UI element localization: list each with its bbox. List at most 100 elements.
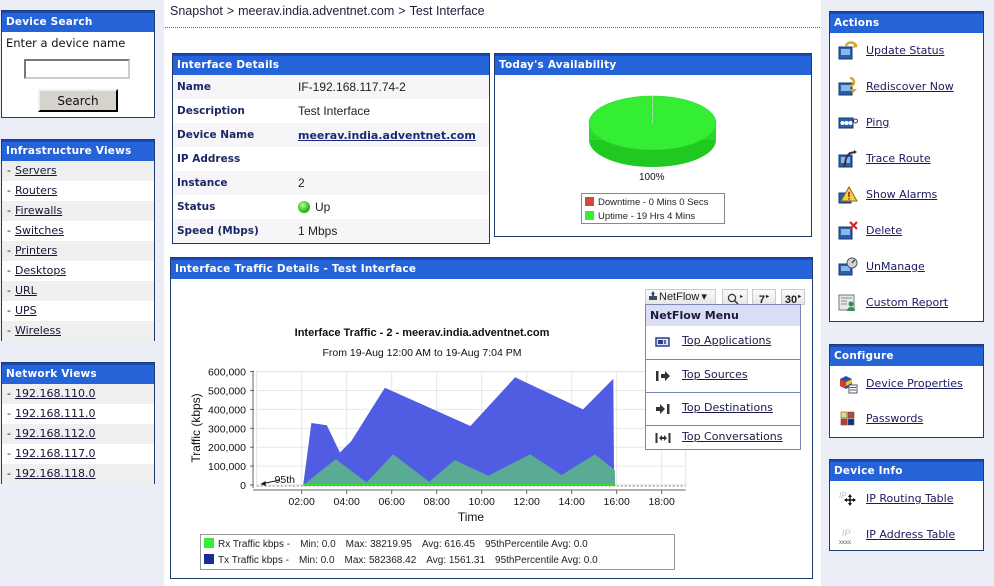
ip-routing-table-link[interactable]: IP Routing Table (866, 492, 954, 505)
infra-item-firewalls[interactable]: - Firewalls (2, 201, 154, 221)
seven-day-button[interactable]: 7▸ (752, 289, 776, 306)
infra-link-servers[interactable]: Servers (15, 164, 57, 177)
update-status-link[interactable]: Update Status (866, 44, 944, 57)
delete-link[interactable]: Delete (866, 224, 902, 237)
netflow-button[interactable]: NetFlow ▾ (645, 289, 716, 305)
ip-address-table-link[interactable]: IP Address Table (866, 528, 955, 541)
rx-swatch (204, 538, 214, 548)
legend-downtime: Downtime - 0 Mins 0 Secs (585, 196, 708, 209)
x-tick-label: 08:00 (424, 496, 450, 508)
network-item[interactable]: -192.168.112.0 (2, 424, 154, 444)
rediscover-icon (838, 77, 857, 96)
breadcrumb-device[interactable]: meerav.india.adventnet.com (238, 4, 394, 18)
trace-route-icon (838, 150, 857, 168)
destinations-icon (656, 404, 670, 414)
y-tick-label: 500,000 (208, 386, 246, 398)
network-item[interactable]: -192.168.110.0 (2, 384, 154, 404)
interface-details-panel: Interface Details Name IF-192.168.117.74… (172, 53, 490, 244)
network-link[interactable]: 192.168.112.0 (15, 427, 95, 440)
network-views-title: Network Views (2, 363, 154, 384)
infra-item-switches[interactable]: - Switches (2, 221, 154, 241)
svg-text:xxxx: xxxx (839, 540, 851, 545)
bullet: - (7, 304, 11, 317)
downtime-swatch (585, 197, 594, 206)
x-tick-label: 04:00 (334, 496, 360, 508)
search-button[interactable]: Search (38, 89, 118, 112)
infra-link-printers[interactable]: Printers (15, 244, 57, 257)
infra-link-wireless[interactable]: Wireless (15, 324, 61, 337)
x-tick-label: 02:00 (289, 496, 315, 508)
infra-link-ups[interactable]: UPS (15, 304, 37, 317)
show-alarms-link[interactable]: Show Alarms (866, 188, 937, 201)
detail-row-description: Description Test Interface (173, 99, 489, 123)
netflow-item-top-conversations[interactable]: Top Conversations (646, 425, 800, 450)
device-name-link[interactable]: meerav.india.adventnet.com (298, 129, 476, 142)
infra-item-wireless[interactable]: - Wireless (2, 321, 154, 341)
configure-panel: Configure Device Properties Passwords (829, 344, 984, 438)
device-properties-link[interactable]: Device Properties (866, 377, 963, 390)
breadcrumb-current: Test Interface (409, 4, 485, 18)
trace-route-link[interactable]: Trace Route (866, 152, 931, 165)
rediscover-now-link[interactable]: Rediscover Now (866, 80, 954, 93)
y-tick-label: 300,000 (208, 423, 246, 435)
top-destinations-link[interactable]: Top Destinations (682, 401, 773, 414)
chevron-down-icon: ▾ (701, 291, 707, 303)
passwords-icon (840, 411, 855, 426)
network-views-panel: Network Views -192.168.110.0 -192.168.11… (1, 362, 155, 484)
top-conversations-link[interactable]: Top Conversations (682, 430, 783, 443)
infra-item-url[interactable]: - URL (2, 281, 154, 301)
zoom-period-button[interactable]: ▸ (722, 289, 748, 305)
ping-link[interactable]: Ping (866, 116, 889, 129)
infra-link-desktops[interactable]: Desktops (15, 264, 66, 277)
infra-link-firewalls[interactable]: Firewalls (15, 204, 62, 217)
network-link[interactable]: 192.168.110.0 (15, 387, 95, 400)
bullet: - (7, 427, 11, 440)
status-up-icon (298, 201, 310, 213)
infra-item-desktops[interactable]: - Desktops (2, 261, 154, 281)
netflow-item-top-destinations[interactable]: Top Destinations (646, 392, 800, 425)
device-search-panel: Device Search Enter a device name Search (1, 10, 155, 118)
rx-avg: Avg: 616.45 (421, 539, 476, 550)
breadcrumb-snapshot[interactable]: Snapshot (170, 4, 223, 18)
top-sources-link[interactable]: Top Sources (682, 368, 748, 381)
network-link[interactable]: 192.168.118.0 (15, 467, 95, 480)
applications-icon (655, 337, 670, 347)
detail-value: 2 (298, 176, 305, 190)
passwords-link[interactable]: Passwords (866, 412, 923, 425)
device-search-input[interactable] (24, 59, 130, 79)
detail-value-wrap: Up (298, 195, 330, 219)
submenu-arrow-icon: ▸ (798, 294, 802, 300)
bullet: - (7, 467, 11, 480)
submenu-arrow-icon: ▸ (739, 294, 743, 300)
infra-item-ups[interactable]: - UPS (2, 301, 154, 321)
network-link[interactable]: 192.168.117.0 (15, 447, 95, 460)
device-info-panel: Device Info IP IP Routing Table IP xxxx I… (829, 459, 984, 551)
infra-item-printers[interactable]: - Printers (2, 241, 154, 261)
bullet: - (7, 387, 11, 400)
unmanage-link[interactable]: UnManage (866, 260, 925, 273)
delete-icon (838, 221, 858, 240)
network-item[interactable]: -192.168.111.0 (2, 404, 154, 424)
thirty-day-button[interactable]: 30▸ (781, 289, 805, 306)
bullet: - (7, 224, 11, 237)
network-item[interactable]: -192.168.117.0 (2, 444, 154, 464)
detail-row-device-name: Device Name meerav.india.adventnet.com (173, 123, 489, 147)
infra-item-servers[interactable]: - Servers (2, 161, 154, 181)
chart-title: Interface Traffic - 2 - meerav.india.adv… (295, 327, 550, 339)
top-applications-link[interactable]: Top Applications (682, 334, 771, 347)
infra-link-routers[interactable]: Routers (15, 184, 57, 197)
network-item[interactable]: -192.168.118.0 (2, 464, 154, 484)
custom-report-link[interactable]: Custom Report (866, 296, 948, 309)
infra-link-switches[interactable]: Switches (15, 224, 64, 237)
netflow-item-top-applications[interactable]: Top Applications (646, 326, 800, 359)
infra-link-url[interactable]: URL (15, 284, 37, 297)
infra-item-routers[interactable]: - Routers (2, 181, 154, 201)
detail-label: Speed (Mbps) (177, 225, 259, 237)
x-tick-label: 16:00 (604, 496, 630, 508)
network-link[interactable]: 192.168.111.0 (15, 407, 95, 420)
sources-icon (656, 371, 670, 381)
device-search-title: Device Search (2, 11, 154, 32)
bullet: - (7, 164, 11, 177)
netflow-item-top-sources[interactable]: Top Sources (646, 359, 800, 392)
tx-min: Min: 0.0 (298, 555, 335, 566)
